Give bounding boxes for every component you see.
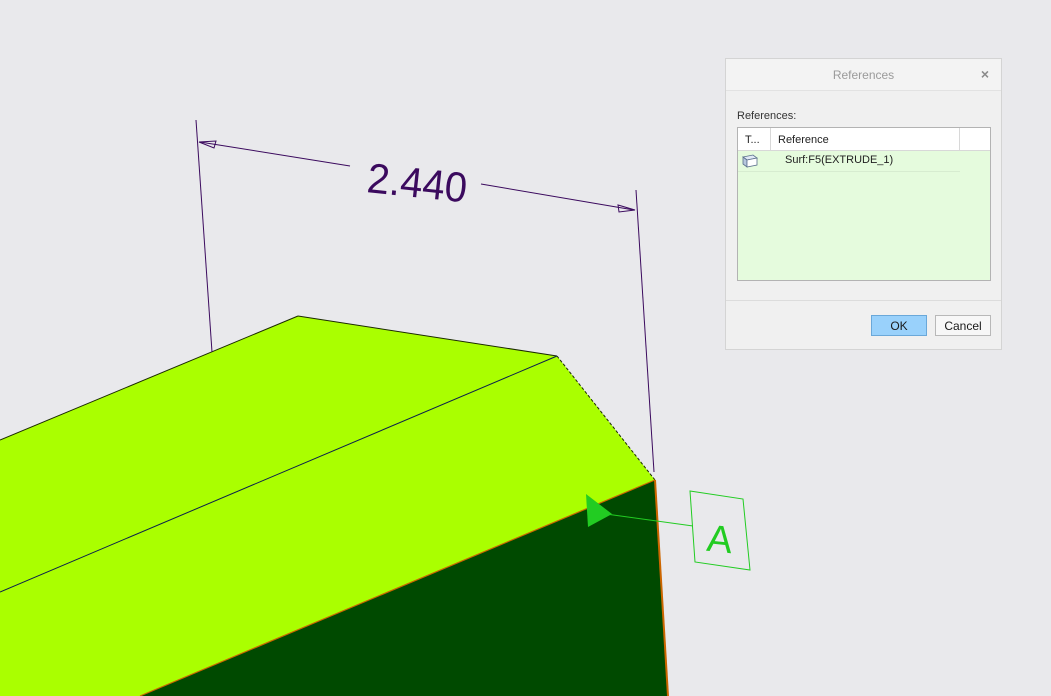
table-row[interactable]: Surf:F5(EXTRUDE_1): [738, 150, 960, 172]
dimension-value[interactable]: 2.440: [365, 154, 469, 211]
dimension-line-left: [199, 141, 351, 167]
column-header-spacer: [960, 128, 990, 150]
references-dialog: References × References: T... Reference …: [725, 58, 1002, 350]
references-label: References:: [737, 110, 797, 122]
dialog-separator: [726, 300, 1001, 301]
datum-label: A: [705, 518, 735, 562]
dialog-title: References: [832, 68, 895, 82]
references-table[interactable]: T... Reference Surf:F5(EXTRUDE_1): [737, 127, 991, 281]
dimension-line-right: [480, 183, 635, 211]
witness-line-left: [195, 119, 213, 353]
ok-button[interactable]: OK: [871, 315, 927, 336]
column-header-type[interactable]: T...: [738, 128, 771, 150]
row-reference: Surf:F5(EXTRUDE_1): [785, 154, 894, 166]
dialog-titlebar[interactable]: References ×: [726, 59, 1001, 91]
cancel-button[interactable]: Cancel: [935, 315, 991, 336]
surface-icon: [742, 153, 758, 168]
close-icon[interactable]: ×: [977, 65, 993, 83]
column-header-reference[interactable]: Reference: [771, 128, 960, 150]
witness-line-right: [635, 189, 655, 473]
table-header: T... Reference: [738, 128, 990, 151]
